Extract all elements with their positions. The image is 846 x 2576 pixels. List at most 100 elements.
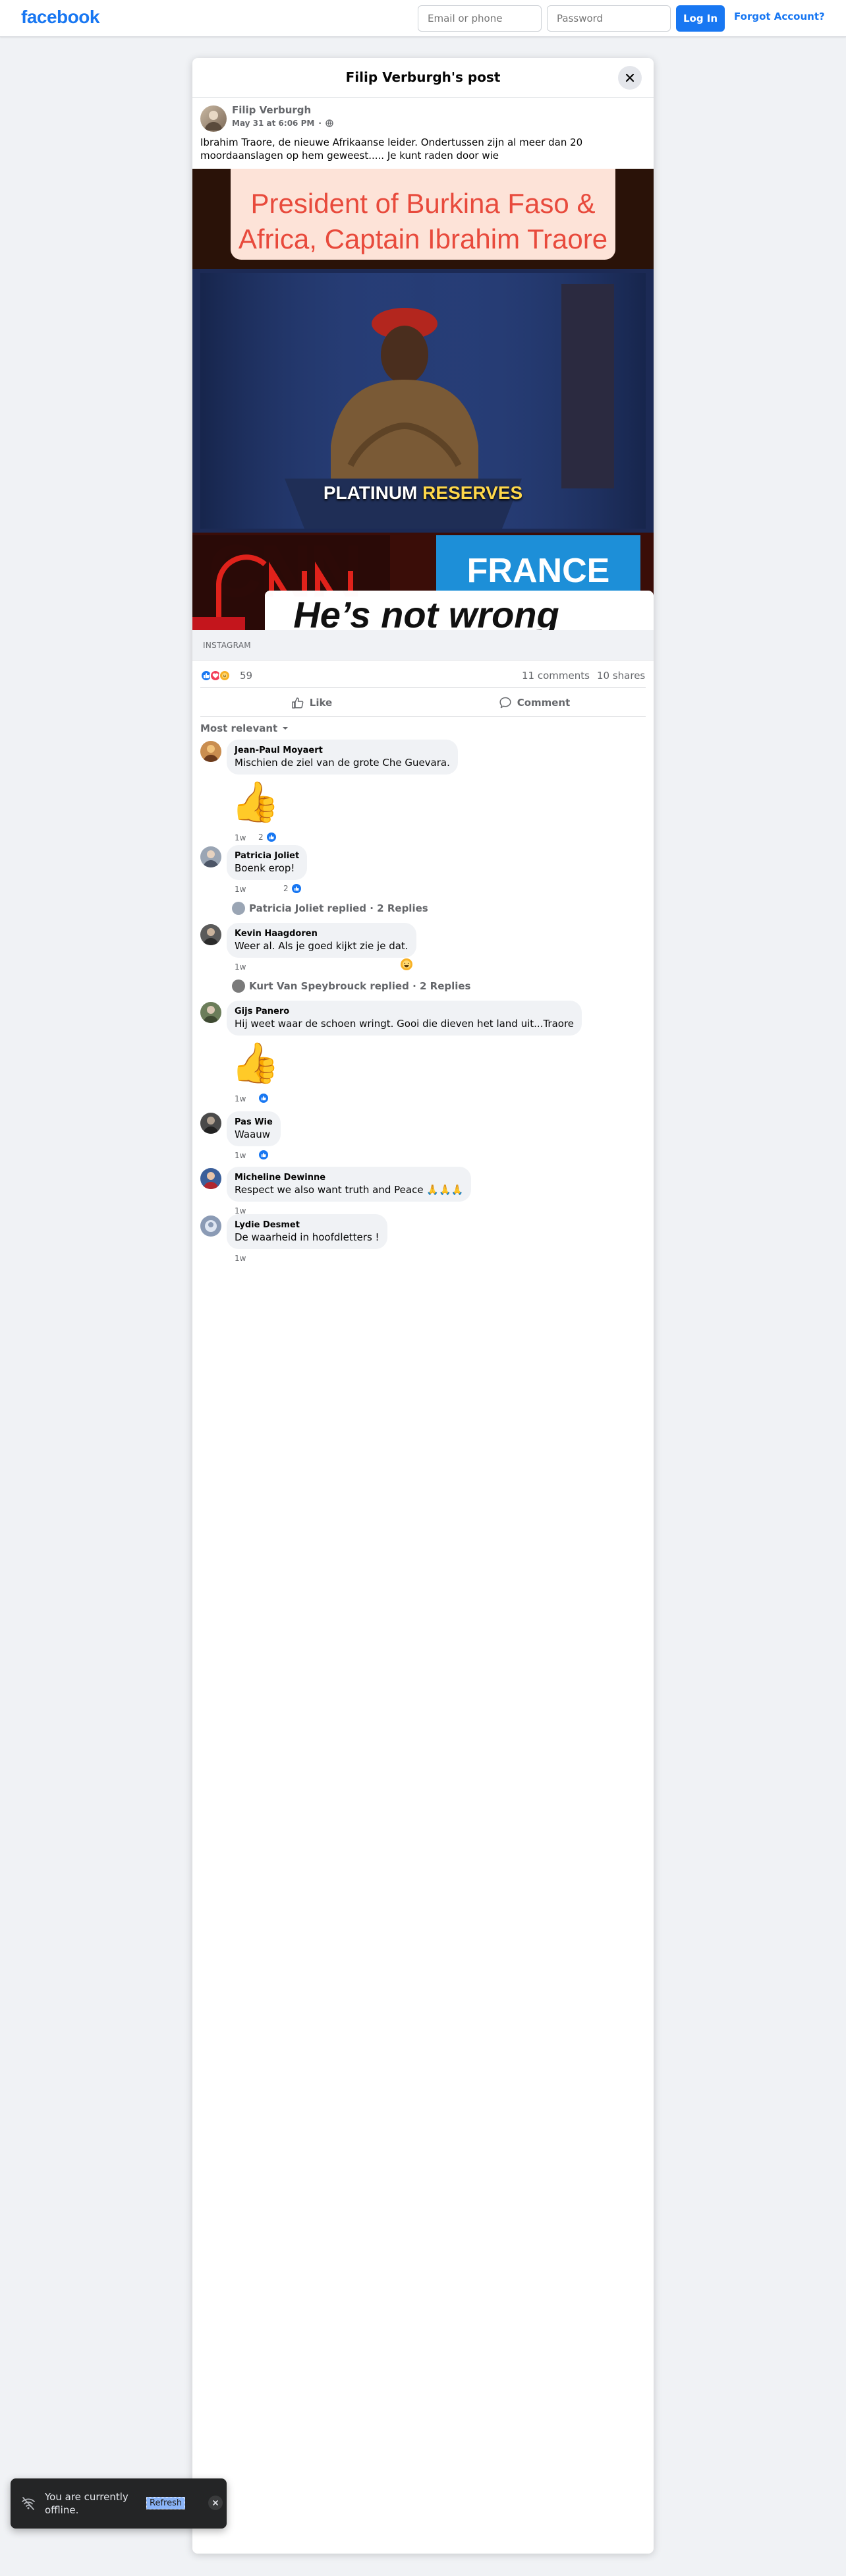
commenter-avatar[interactable] (200, 846, 221, 867)
like-reaction-icon (266, 832, 277, 842)
overlay-text: He’s not wrong (293, 594, 559, 630)
thumbs-up-sticker-icon: 👍 (231, 1040, 280, 1086)
comment-button[interactable]: Comment (423, 688, 646, 717)
commenter-name[interactable]: Patricia Joliet (235, 850, 299, 862)
forgot-account-link[interactable]: Forgot Account? (734, 11, 825, 22)
like-reaction-icon[interactable] (258, 1093, 269, 1103)
close-icon (213, 2500, 218, 2505)
reply-avatar (232, 902, 245, 915)
person-icon (205, 1220, 217, 1232)
link-preview-strip[interactable]: INSTAGRAM (192, 630, 654, 660)
link-source: INSTAGRAM (203, 641, 251, 650)
commenter-name[interactable]: Jean-Paul Moyaert (235, 745, 450, 756)
separator-dot: · (318, 119, 322, 128)
commenter-avatar[interactable] (200, 1168, 221, 1189)
headline-line-1: President of Burkina Faso & (250, 188, 596, 219)
like-button[interactable]: Like (200, 688, 423, 717)
reaction-count[interactable]: 59 (240, 670, 252, 682)
author-avatar[interactable] (200, 105, 227, 132)
video-headline: President of Burkina Faso & Africa, Capt… (231, 169, 615, 257)
post-dialog: Filip Verburgh's post Filip Verburgh May… (192, 58, 654, 2554)
post-video-thumbnail[interactable]: President of Burkina Faso & Africa, Capt… (192, 169, 654, 630)
reply-avatar (232, 980, 245, 993)
facebook-logo[interactable]: facebook (21, 7, 99, 28)
comment-text: Respect we also want truth and Peace 🙏🙏🙏 (235, 1184, 464, 1196)
commenter-avatar[interactable] (200, 741, 221, 762)
top-navigation-bar: facebook Log In Forgot Account? (0, 0, 846, 37)
commenter-name[interactable]: Lydie Desmet (235, 1219, 380, 1231)
comment-bubble: Patricia Joliet Boenk erop! (227, 845, 308, 880)
haha-reaction-icon[interactable] (401, 958, 412, 970)
email-input[interactable] (418, 5, 542, 32)
person-icon (203, 1006, 219, 1023)
comment-text: Weer al. Als je goed kijkt zie je dat. (235, 940, 409, 952)
refresh-link[interactable]: Refresh (146, 2497, 186, 2509)
caption-white: PLATINUM (323, 483, 418, 503)
comment-label: Comment (517, 697, 571, 709)
like-label: Like (309, 697, 333, 709)
toast-message: You are currently offline. (45, 2491, 128, 2516)
person-icon (203, 1172, 219, 1189)
reactions-summary: 59 11 comments 10 shares (192, 664, 654, 687)
person-icon (203, 1117, 219, 1134)
post-timestamp[interactable]: May 31 at 6:06 PM (232, 119, 314, 128)
comment-text: Mischien de ziel van de grote Che Guevar… (235, 757, 450, 769)
right-panel-text: FRANCE (466, 552, 610, 590)
like-reaction-icon[interactable] (258, 1150, 269, 1160)
shares-count[interactable]: 10 shares (597, 670, 645, 682)
like-reaction-icon (291, 883, 302, 894)
person-icon (204, 111, 223, 131)
commenter-name[interactable]: Pas Wie (235, 1117, 273, 1128)
close-icon (625, 73, 634, 82)
comment-like-count: 2 (283, 884, 289, 893)
caption-yellow: RESERVES (422, 483, 523, 503)
headline-line-2: Africa, Captain Ibrahim Traore (238, 223, 608, 254)
wifi-off-icon (22, 2497, 35, 2510)
comment-time[interactable]: 1w (235, 1254, 246, 1263)
comment-like-count: 2 (258, 833, 264, 842)
comment-time[interactable]: 1w (235, 1094, 246, 1103)
close-button[interactable] (618, 66, 642, 90)
login-button[interactable]: Log In (676, 5, 725, 32)
commenter-avatar[interactable] (200, 1002, 221, 1023)
commenter-name[interactable]: Micheline Dewinne (235, 1172, 463, 1183)
comment-bubble: Pas Wie Waauw (227, 1111, 281, 1146)
chevron-down-icon (283, 727, 289, 730)
author-name[interactable]: Filip Verburgh (232, 104, 311, 116)
care-reaction-icon[interactable] (219, 670, 231, 682)
comment-time[interactable]: 1w (235, 833, 246, 842)
comment-icon (499, 697, 511, 709)
comment-sort-dropdown[interactable]: Most relevant (200, 722, 289, 734)
like-icon (292, 697, 304, 709)
comments-count[interactable]: 11 comments (522, 670, 590, 682)
commenter-name[interactable]: Gijs Panero (235, 1006, 574, 1017)
comment-text: Waauw (235, 1128, 271, 1140)
password-input[interactable] (547, 5, 671, 32)
comment-time[interactable]: 1w (235, 962, 246, 972)
toast-close-button[interactable] (208, 2496, 223, 2510)
video-caption: PLATINUM RESERVES (192, 483, 654, 504)
comment-bubble: Lydie Desmet De waarheid in hoofdletters… (227, 1214, 387, 1249)
thumbs-up-sticker-icon: 👍 (231, 779, 280, 825)
comment-bubble: Gijs Panero Hij weet waar de schoen wrin… (227, 1001, 582, 1036)
post-actions: Like Comment (200, 688, 646, 717)
commenter-avatar[interactable] (200, 1215, 221, 1237)
post-meta: May 31 at 6:06 PM · (232, 119, 333, 128)
comment-like-badge[interactable]: 2 (258, 832, 277, 842)
comment-like-badge[interactable]: 2 (283, 883, 302, 894)
commenter-avatar[interactable] (200, 924, 221, 945)
commenter-avatar[interactable] (200, 1113, 221, 1134)
view-replies-link[interactable]: Kurt Van Speybrouck replied · 2 Replies (232, 980, 471, 993)
view-replies-link[interactable]: Patricia Joliet replied · 2 Replies (232, 902, 428, 915)
comment-bubble: Micheline Dewinne Respect we also want t… (227, 1167, 472, 1202)
comment-text: Boenk erop! (235, 862, 295, 874)
post-text: Ibrahim Traore, de nieuwe Afrikaanse lei… (200, 136, 583, 161)
person-icon (203, 928, 219, 945)
person-icon (203, 850, 219, 867)
sort-label: Most relevant (200, 722, 278, 734)
comment-time[interactable]: 1w (235, 885, 246, 894)
comment-time[interactable]: 1w (235, 1151, 246, 1160)
comment-text: De waarheid in hoofdletters ! (235, 1231, 380, 1243)
commenter-name[interactable]: Kevin Haagdoren (235, 928, 409, 939)
person-icon (203, 745, 219, 762)
